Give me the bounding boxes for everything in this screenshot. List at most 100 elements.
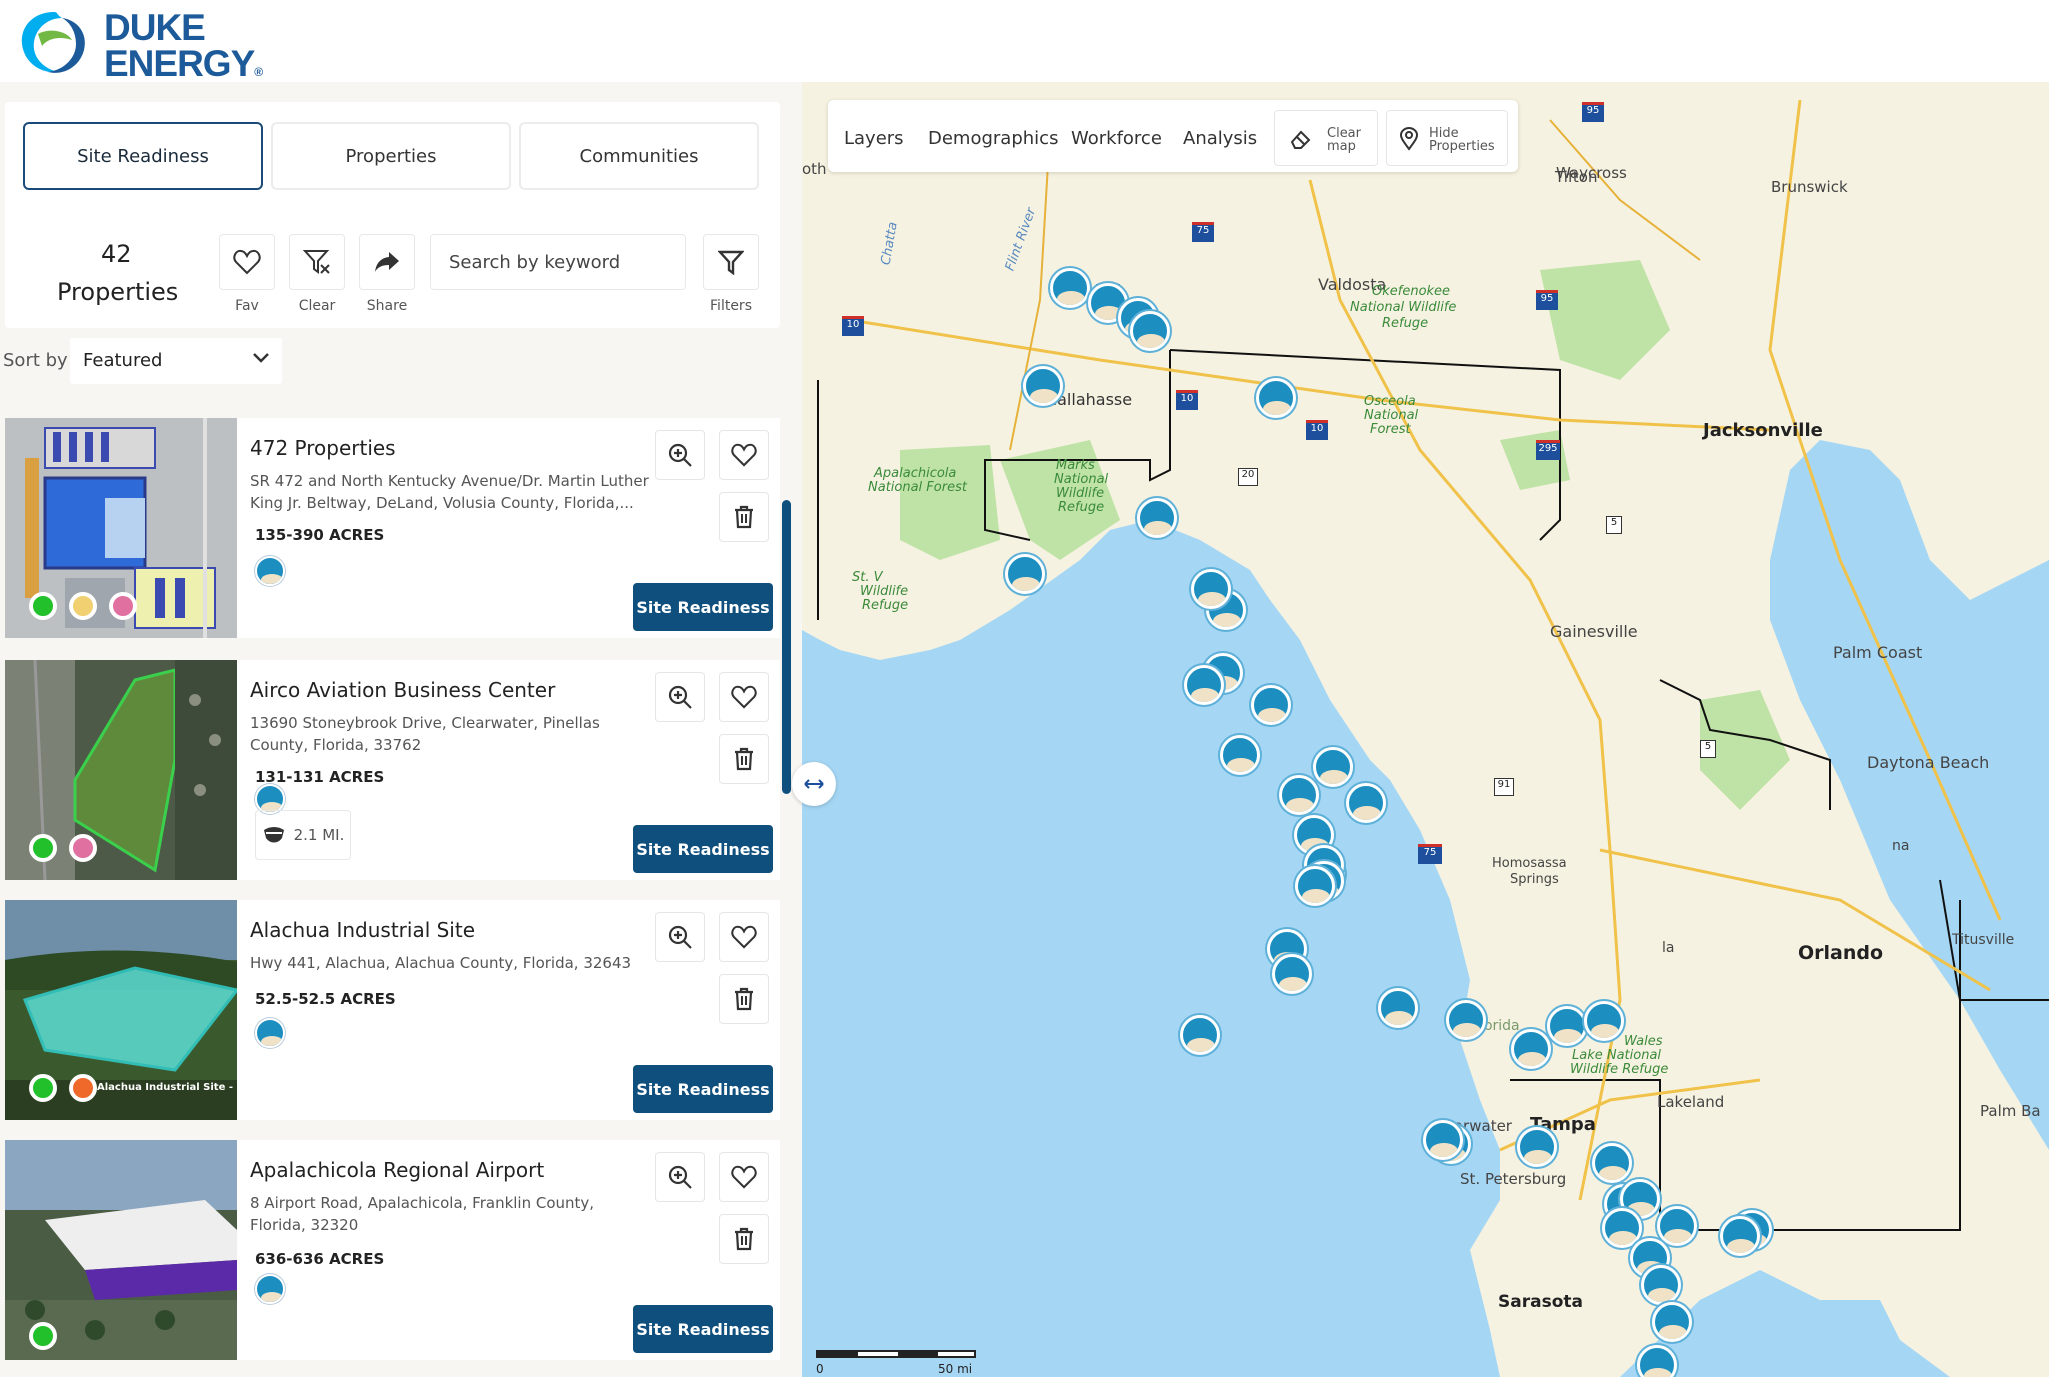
search-input[interactable]: Search by keyword <box>430 234 686 290</box>
map-label-orlando: Orlando <box>1798 942 1884 964</box>
map-label-marks-4: Refuge <box>1058 500 1105 515</box>
map-label-brunswick: Brunswick <box>1771 178 1848 196</box>
layers-menu[interactable]: Layers <box>844 128 904 149</box>
interstate-shield: 95 <box>1536 290 1558 310</box>
interstate-shield: 10 <box>842 316 864 336</box>
property-card[interactable]: Apalachicola Regional Airport 8 Airport … <box>5 1140 780 1360</box>
site-readiness-button[interactable]: Site Readiness <box>633 825 773 873</box>
property-marker[interactable] <box>1641 1265 1681 1305</box>
property-marker[interactable] <box>1220 735 1260 775</box>
property-marker[interactable] <box>1547 1006 1587 1046</box>
delete-button[interactable] <box>719 492 769 542</box>
share-icon <box>375 252 399 272</box>
clear-map-button[interactable]: Clear map <box>1274 110 1378 166</box>
property-marker[interactable] <box>1272 954 1312 994</box>
property-address: SR 472 and North Kentucky Avenue/Dr. Mar… <box>250 472 649 512</box>
property-title[interactable]: Airco Aviation Business Center <box>250 678 555 702</box>
property-card[interactable]: Airco Aviation Business Center 13690 Sto… <box>5 660 780 880</box>
favorite-button[interactable] <box>719 1152 769 1202</box>
fav-button[interactable] <box>219 234 275 290</box>
site-readiness-button[interactable]: Site Readiness <box>633 1305 773 1353</box>
property-marker[interactable] <box>1279 775 1319 815</box>
marker-sand-shape <box>1302 889 1330 903</box>
state-route-shield: 20 <box>1238 468 1258 486</box>
property-marker[interactable] <box>1137 498 1177 538</box>
hide-properties-button[interactable]: Hide Properties <box>1386 110 1508 166</box>
tab-communities[interactable]: Communities <box>519 122 759 190</box>
property-marker[interactable] <box>1378 988 1418 1028</box>
property-card[interactable]: Alachua Industrial Site - 52.55 acres Al… <box>5 900 780 1120</box>
property-marker[interactable] <box>1256 378 1296 418</box>
property-marker[interactable] <box>1130 311 1170 351</box>
panel-toggle-button[interactable] <box>792 762 836 806</box>
property-card[interactable]: 472 Properties SR 472 and North Kentucky… <box>5 418 780 638</box>
zoom-to-button[interactable] <box>655 912 705 962</box>
property-marker[interactable] <box>1005 554 1045 594</box>
delete-button[interactable] <box>719 1214 769 1264</box>
sort-select[interactable]: Featured <box>70 338 282 384</box>
property-marker[interactable] <box>1637 1345 1677 1377</box>
property-marker[interactable] <box>1592 1143 1632 1183</box>
filters-button[interactable] <box>703 234 759 290</box>
duke-energy-logo[interactable]: DUKE ENERGY® <box>14 4 263 82</box>
property-title[interactable]: Alachua Industrial Site <box>250 918 475 942</box>
favorite-button[interactable] <box>719 912 769 962</box>
delete-button[interactable] <box>719 974 769 1024</box>
favorite-button[interactable] <box>719 430 769 480</box>
zoom-to-button[interactable] <box>655 430 705 480</box>
property-marker[interactable] <box>1023 366 1063 406</box>
demographics-menu[interactable]: Demographics <box>928 128 1058 149</box>
zoom-to-button[interactable] <box>655 672 705 722</box>
site-readiness-button[interactable]: Site Readiness <box>633 1065 773 1113</box>
favorite-button[interactable] <box>719 672 769 722</box>
clear-filters-button[interactable] <box>289 234 345 290</box>
property-marker[interactable] <box>1191 569 1231 609</box>
analysis-menu[interactable]: Analysis <box>1183 128 1257 149</box>
property-marker[interactable] <box>1657 1206 1697 1246</box>
us-route-shield: 5 <box>1700 740 1716 758</box>
map-label-ocala: la <box>1662 940 1675 956</box>
property-marker[interactable] <box>1584 1001 1624 1041</box>
map-label-deland: na <box>1892 838 1910 854</box>
property-title[interactable]: 472 Properties <box>250 436 396 460</box>
results-scrollbar[interactable] <box>782 500 791 794</box>
property-marker[interactable] <box>1511 1029 1551 1069</box>
property-marker[interactable] <box>1050 268 1090 308</box>
marker-sand-shape <box>1518 1052 1546 1066</box>
logo-wordmark: DUKE ENERGY® <box>104 7 263 84</box>
property-marker[interactable] <box>1251 685 1291 725</box>
marker-sand-shape <box>1012 577 1040 591</box>
property-marker[interactable] <box>1423 1120 1463 1160</box>
zoom-to-button[interactable] <box>655 1152 705 1202</box>
property-marker[interactable] <box>1180 1015 1220 1055</box>
share-button[interactable] <box>359 234 415 290</box>
scale-label-end: 50 mi <box>938 1362 973 1376</box>
map-label-marks-3: Wildlife <box>1056 486 1105 501</box>
property-marker[interactable] <box>1517 1127 1557 1167</box>
property-marker[interactable] <box>1184 665 1224 705</box>
share-label: Share <box>366 298 408 314</box>
map-label-stv-wildlife: Wildlife <box>860 584 909 599</box>
workforce-menu[interactable]: Workforce <box>1071 128 1162 149</box>
tab-properties[interactable]: Properties <box>271 122 511 190</box>
filter-clear-icon <box>303 250 330 274</box>
clear-label: Clear <box>298 298 336 314</box>
tab-site-readiness[interactable]: Site Readiness <box>23 122 263 190</box>
site-readiness-button[interactable]: Site Readiness <box>633 583 773 631</box>
site-readiness-badge-icon <box>255 556 285 586</box>
property-marker[interactable] <box>1652 1302 1692 1342</box>
marker-sand-shape <box>1524 1150 1552 1164</box>
property-marker[interactable] <box>1313 747 1353 787</box>
results-panel: Site Readiness Properties Communities 42… <box>0 82 802 1377</box>
map-view[interactable]: Tifton oth Waycross Brunswick Valdosta T… <box>802 82 2049 1377</box>
property-title[interactable]: Apalachicola Regional Airport <box>250 1158 544 1182</box>
property-marker[interactable] <box>1446 1000 1486 1040</box>
map-label-st-petersburg: St. Petersburg <box>1460 1170 1567 1188</box>
property-marker[interactable] <box>1295 866 1335 906</box>
delete-button[interactable] <box>719 734 769 784</box>
property-marker[interactable] <box>1720 1216 1760 1256</box>
scale-label-start: 0 <box>816 1362 824 1376</box>
map-scale-bar <box>816 1350 976 1358</box>
property-marker[interactable] <box>1346 783 1386 823</box>
interstate-shield: 10 <box>1176 390 1198 410</box>
